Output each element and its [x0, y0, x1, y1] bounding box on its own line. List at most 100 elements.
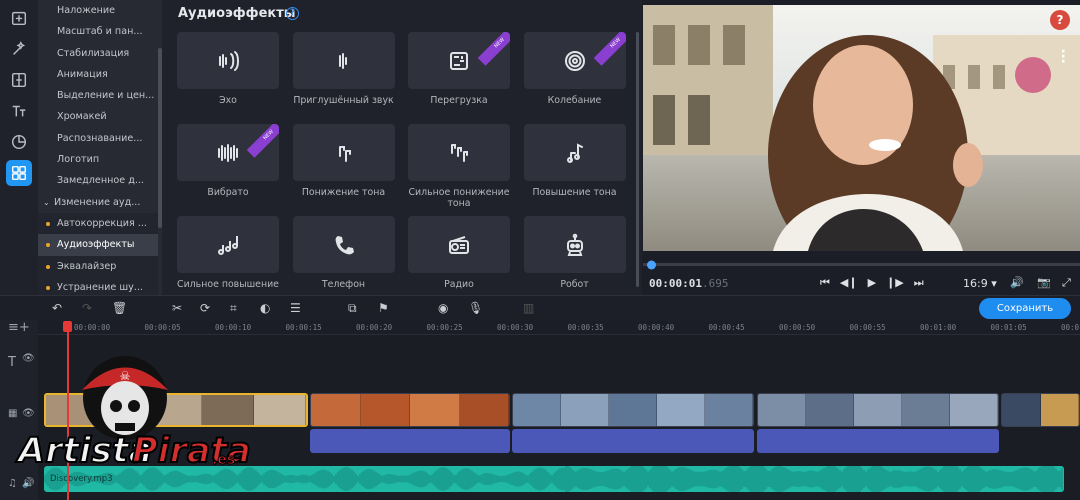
timeline-ruler[interactable]: 00:00:00 00:00:05 00:00:10 00:00:15 00:00:20…	[38, 321, 1080, 335]
effect-tile[interactable]	[408, 216, 510, 273]
menu-item[interactable]: Стабилизация	[38, 43, 158, 64]
effect-card[interactable]: Эхо	[177, 32, 279, 106]
menu-item[interactable]: Наложение	[38, 0, 158, 21]
audio-clip[interactable]	[512, 429, 754, 453]
ruler-tick: 00:01:05	[990, 323, 1027, 332]
effect-card[interactable]: Сильное понижение тона	[408, 124, 510, 209]
effect-tile[interactable]	[523, 124, 626, 181]
redo-icon[interactable]: ↷	[82, 301, 92, 315]
effect-card[interactable]: Робот	[523, 216, 626, 290]
menu-item-label: Анимация	[57, 68, 108, 80]
effect-tile[interactable]: NEW	[408, 32, 510, 89]
effect-tile[interactable]	[177, 32, 279, 89]
volume-icon[interactable]: 🔊	[1010, 276, 1024, 289]
color-adjust-icon[interactable]: ◐	[260, 301, 270, 315]
video-clip[interactable]	[512, 393, 754, 427]
filters-icon[interactable]	[6, 129, 32, 155]
bullet-dot	[46, 285, 50, 290]
titles-icon[interactable]	[6, 98, 32, 124]
menu-item[interactable]: Выделение и цен...	[38, 85, 158, 106]
effect-tile[interactable]	[408, 124, 510, 181]
overlay-icon[interactable]: ⧉	[348, 301, 357, 316]
menu-item-label: Эквалайзер	[57, 260, 117, 272]
playback-progress[interactable]	[643, 263, 1080, 266]
audio-clip[interactable]	[310, 429, 510, 453]
effect-tile[interactable]: NEW	[523, 32, 626, 89]
import-icon[interactable]	[6, 5, 32, 31]
delete-icon[interactable]: 🗑	[112, 301, 127, 315]
audio-clip[interactable]	[757, 429, 999, 453]
webcam-icon[interactable]: ◉	[438, 301, 448, 315]
marker-icon[interactable]: ⚑	[378, 301, 389, 315]
effect-card[interactable]: Повышение тона	[523, 124, 626, 198]
video-clip[interactable]	[757, 393, 999, 427]
crop-icon[interactable]: ⌗	[230, 301, 237, 316]
snapshot-icon[interactable]: 📷	[1037, 276, 1051, 289]
help-icon[interactable]: ?	[286, 7, 299, 20]
add-track-icon[interactable]: ≡+	[8, 320, 30, 335]
effect-card[interactable]: Сильное повышение	[177, 216, 279, 290]
help-button[interactable]: ?	[1050, 10, 1070, 30]
menu-item[interactable]: Замедленное д...	[38, 170, 158, 191]
wobble-icon	[564, 50, 585, 71]
menu-item[interactable]: Масштаб и пан...	[38, 21, 158, 42]
effect-card[interactable]: Телефон	[292, 216, 395, 290]
menu-item[interactable]: Автокоррекция ...	[38, 212, 158, 235]
playhead-handle[interactable]	[63, 321, 72, 332]
playback-handle[interactable]	[647, 260, 657, 270]
video-clip[interactable]	[310, 393, 510, 427]
more-tools-icon[interactable]	[6, 160, 32, 186]
menu-item[interactable]: Логотип	[38, 149, 158, 170]
menu-item[interactable]: Анимация	[38, 64, 158, 85]
effect-card[interactable]: NEW Колебание	[523, 32, 626, 106]
ruler-tick: 00:00:35	[567, 323, 604, 332]
cut-icon[interactable]: ✂	[172, 301, 182, 315]
effect-card[interactable]: Радио	[408, 216, 510, 290]
split-view-icon[interactable]: ▥	[523, 301, 534, 315]
menu-item[interactable]: Эквалайзер	[38, 255, 158, 277]
menu-item-label: Аудиоэффекты	[57, 239, 135, 251]
next-frame-icon[interactable]: ❙▶	[886, 276, 904, 290]
transitions-icon[interactable]	[6, 67, 32, 93]
effect-tile[interactable]	[292, 124, 395, 181]
prev-frame-icon[interactable]: ◀❙	[840, 276, 858, 290]
fullscreen-icon[interactable]: ⤢	[1062, 276, 1071, 290]
skip-start-icon[interactable]: ⏮	[820, 276, 830, 290]
microphone-icon[interactable]: 🎙	[468, 301, 483, 315]
ruler-tick: 00:00:05	[144, 323, 181, 332]
effect-card[interactable]: NEW Перегрузка	[408, 32, 510, 106]
effect-label: Робот	[560, 279, 589, 290]
effect-card[interactable]: Приглушённый звук	[292, 32, 395, 106]
effect-label: Сильное повышение	[177, 279, 279, 290]
menu-item[interactable]: Аудиоэффекты	[38, 234, 158, 256]
effect-tile[interactable]	[292, 32, 395, 89]
menu-item[interactable]: Хромакей	[38, 106, 158, 127]
menu-item-label: Наложение	[57, 5, 116, 16]
undo-icon[interactable]: ↶	[52, 301, 62, 315]
video-clip[interactable]	[1001, 393, 1080, 427]
effect-card[interactable]: NEW Вибрато	[177, 124, 279, 198]
watermark-tld: .es	[212, 452, 235, 468]
magic-wand-icon[interactable]	[6, 36, 32, 62]
skip-end-icon[interactable]: ⏭	[914, 276, 924, 290]
aspect-ratio-select[interactable]: 16:9 ▾	[963, 277, 997, 290]
effect-tile[interactable]	[523, 216, 626, 273]
chevron-down-icon: ⌄	[43, 197, 50, 207]
effect-tile[interactable]	[177, 216, 279, 273]
effect-tile[interactable]	[292, 216, 395, 273]
phone-icon	[335, 235, 354, 254]
effect-card[interactable]: Понижение тона	[292, 124, 395, 198]
menu-item[interactable]: Устранение шу...	[38, 276, 158, 295]
play-icon[interactable]: ▶	[868, 276, 876, 290]
effect-label: Телефон	[321, 279, 366, 290]
menu-item[interactable]: ⌄ Изменение ауд...	[38, 192, 158, 213]
menu-item-label: Замедленное д...	[57, 175, 144, 187]
save-button[interactable]: Сохранить	[979, 298, 1071, 319]
effect-label: Перегрузка	[430, 95, 488, 106]
more-options-icon[interactable]: · · ·	[1061, 45, 1066, 69]
rotate-icon[interactable]: ⟳	[200, 301, 210, 315]
panel-scrollbar[interactable]	[636, 32, 639, 287]
effect-tile[interactable]: NEW	[177, 124, 279, 181]
clip-properties-icon[interactable]: ☰	[290, 301, 301, 315]
menu-item[interactable]: Распознавание...	[38, 128, 158, 149]
